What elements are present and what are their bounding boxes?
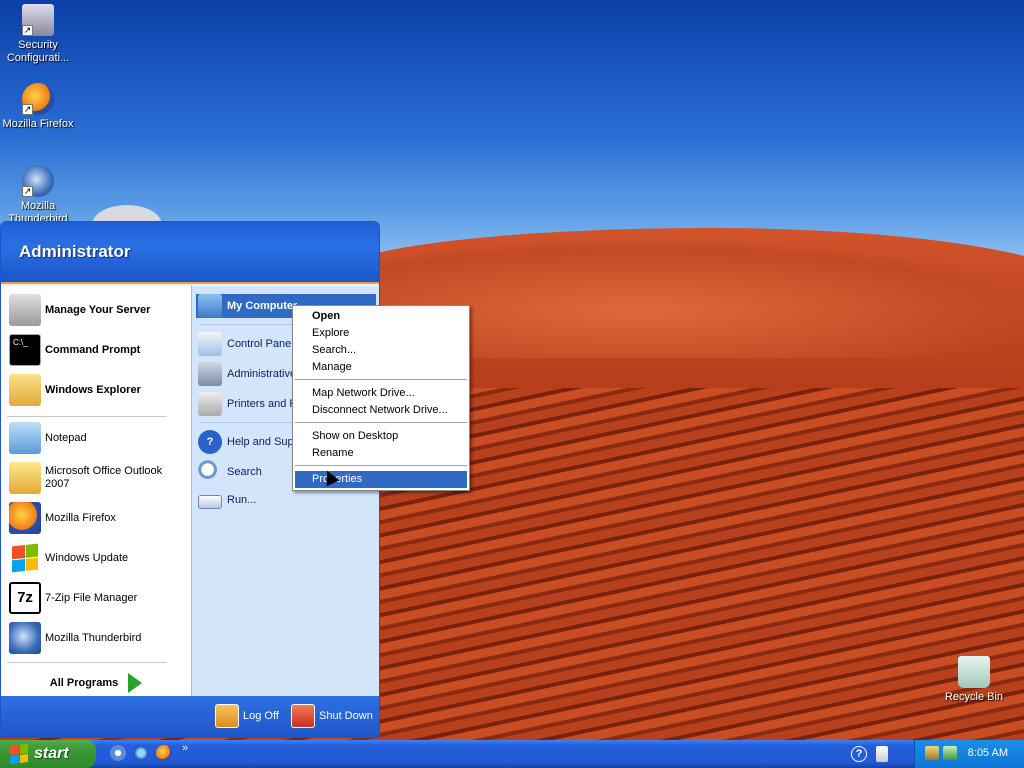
menu-item-search[interactable]: Search [198,460,262,484]
7zip-icon: 7z [9,582,41,614]
quicklaunch-chevron[interactable]: » [182,742,188,754]
menu-item-outlook[interactable]: Microsoft Office Outlook 2007 [9,462,175,494]
computer-icon [198,294,222,318]
menu-item-notepad[interactable]: Notepad [9,422,87,454]
search-icon [198,460,222,484]
menu-item-firefox[interactable]: Mozilla Firefox [9,502,116,534]
windows-logo-icon [10,744,28,764]
network-tray-icon[interactable] [876,746,888,762]
menu-item-administrative-tools[interactable]: Administrative [198,362,296,386]
menu-item-thunderbird[interactable]: Mozilla Thunderbird [9,622,141,654]
security-config-icon: ↗ [22,4,54,36]
desktop-icon-firefox[interactable]: ↗ Mozilla Firefox [0,83,76,131]
recycle-bin-icon [958,656,990,688]
thunderbird-icon: ↗ [22,165,54,197]
thunderbird-icon [9,622,41,654]
internet-explorer-icon[interactable] [133,745,149,761]
menu-item-windows-update[interactable]: Windows Update [9,542,128,574]
menu-item-command-prompt[interactable]: C:\_ Command Prompt [9,334,140,366]
context-item-rename[interactable]: Rename [295,445,467,462]
windows-update-icon [9,542,41,574]
cmd-icon: C:\_ [9,334,41,366]
admin-tray-icon[interactable] [925,746,939,760]
key-icon [215,704,239,728]
context-item-search[interactable]: Search... [295,342,467,359]
shut-down-button[interactable]: Shut Down [291,704,373,728]
outlook-icon [9,462,41,494]
start-button[interactable]: start [0,740,96,768]
menu-item-manage-server[interactable]: Manage Your Server [9,294,150,326]
context-item-map-network-drive[interactable]: Map Network Drive... [295,385,467,402]
separator [7,662,167,663]
update-tray-icon[interactable] [943,746,957,760]
admin-tools-icon [198,362,222,386]
explorer-icon [9,374,41,406]
context-item-manage[interactable]: Manage [295,359,467,376]
separator [295,422,467,423]
clock[interactable]: 8:05 AM [968,747,1008,759]
power-icon [291,704,315,728]
menu-item-7zip[interactable]: 7z 7-Zip File Manager [9,582,137,614]
system-tray: 8:05 AM [914,740,1024,768]
run-icon [198,495,222,509]
firefox-quicklaunch-icon[interactable] [156,745,172,761]
show-desktop-icon[interactable] [110,745,126,761]
printer-icon [198,392,222,416]
desktop-icon-recycle-bin[interactable]: Recycle Bin [936,656,1012,704]
help-icon: ? [198,430,222,454]
menu-item-windows-explorer[interactable]: Windows Explorer [9,374,141,406]
server-icon [9,294,41,326]
control-panel-icon [198,332,222,356]
separator [7,416,167,417]
menu-item-run[interactable]: Run... [198,490,256,509]
menu-item-printers[interactable]: Printers and F [198,392,296,416]
all-programs-button[interactable]: All Programs [1,668,191,698]
menu-item-control-panel[interactable]: Control Panel [198,332,294,356]
arrow-right-icon [128,673,143,693]
taskbar: start » ? 8:05 AM [0,740,1024,768]
context-menu: Open Explore Search... Manage Map Networ… [292,305,470,491]
desktop-icon-security-config[interactable]: ↗ Security Configurati... [0,4,76,65]
context-item-explore[interactable]: Explore [295,325,467,342]
log-off-button[interactable]: Log Off [215,704,279,728]
context-item-open[interactable]: Open [295,308,467,325]
desktop-icon-thunderbird[interactable]: ↗ Mozilla Thunderbird [0,165,76,226]
menu-item-help-support[interactable]: ? Help and Supp [198,430,300,454]
firefox-icon: ↗ [22,83,54,115]
separator [295,379,467,380]
context-item-disconnect-network-drive[interactable]: Disconnect Network Drive... [295,402,467,419]
notepad-icon [9,422,41,454]
start-menu-left-pane: Manage Your Server C:\_ Command Prompt Wi… [1,286,191,696]
start-menu-footer: Log Off Shut Down [1,696,379,737]
firefox-icon [9,502,41,534]
separator [295,465,467,466]
context-item-show-on-desktop[interactable]: Show on Desktop [295,428,467,445]
help-tray-icon[interactable]: ? [851,746,867,762]
start-menu-user: Administrator [1,222,379,284]
